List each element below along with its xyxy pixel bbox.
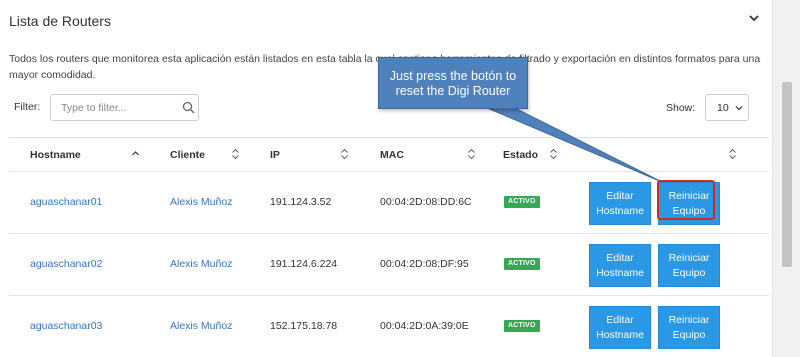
sort-icon [468,148,475,160]
table-row: aguaschanar03 Alexis Muñoz 152.175.18.78… [9,295,769,357]
sort-asc-icon [132,151,139,156]
mac-cell: 00:04:2D:0A:39:0E [380,320,469,332]
table-row: aguaschanar02 Alexis Muñoz 191.124.6.224… [9,233,769,295]
column-header-actions[interactable] [725,138,745,172]
column-header-mac[interactable]: MAC [380,138,480,172]
column-label: Hostname [30,149,81,161]
column-label: MAC [380,149,404,161]
client-link[interactable]: Alexis Muñoz [170,320,232,332]
chevron-down-icon[interactable] [748,12,760,24]
mac-cell: 00:04:2D:08:DF:95 [380,258,469,270]
status-badge: ACTIVO [504,258,540,270]
status-badge: ACTIVO [504,320,540,332]
table-row: aguaschanar01 Alexis Muñoz 191.124.3.52 … [9,171,769,233]
reset-device-button[interactable]: Reiniciar Equipo [658,306,720,349]
client-link[interactable]: Alexis Muñoz [170,258,232,270]
ip-cell: 152.175.18.78 [270,320,338,332]
hostname-link[interactable]: aguaschanar01 [30,196,102,208]
column-label: Cliente [170,149,206,161]
sort-icon [729,148,736,160]
edit-hostname-button[interactable]: Editar Hostname [589,182,651,225]
filter-label: Filter: [14,101,41,113]
annotation-callout: Just press the botón to reset the Digi R… [378,57,528,109]
filter-input[interactable] [52,96,172,119]
card-header: Lista de Routers [0,0,772,40]
edit-hostname-button[interactable]: Editar Hostname [589,306,651,349]
page-size-select[interactable]: 10 [705,94,749,121]
status-badge: ACTIVO [504,196,540,208]
column-label: Estado [503,149,539,161]
ip-cell: 191.124.3.52 [270,196,332,208]
client-link[interactable]: Alexis Muñoz [170,196,232,208]
sort-icon [550,148,557,160]
scrollbar-thumb[interactable] [782,82,792,267]
page-title: Lista de Routers [9,13,111,29]
column-label: IP [270,149,280,161]
highlight-box [657,180,715,220]
column-header-hostname[interactable]: Hostname [30,138,150,172]
sort-icon [341,148,348,160]
search-icon [182,101,195,114]
hostname-link[interactable]: aguaschanar02 [30,258,102,270]
edit-hostname-button[interactable]: Editar Hostname [589,244,651,287]
reset-device-button[interactable]: Reiniciar Equipo [658,244,720,287]
hostname-link[interactable]: aguaschanar03 [30,320,102,332]
scrollbar[interactable] [772,0,800,357]
sort-icon [232,148,239,160]
column-header-estado[interactable]: Estado [503,138,573,172]
show-label: Show: [666,102,696,114]
filter-box[interactable] [50,94,199,121]
column-header-cliente[interactable]: Cliente [170,138,250,172]
mac-cell: 00:04:2D:08:DD:6C [380,196,472,208]
chevron-down-icon [735,106,743,111]
column-header-ip[interactable]: IP [270,138,360,172]
ip-cell: 191.124.6.224 [270,258,338,270]
page-size-value: 10 [717,102,729,114]
